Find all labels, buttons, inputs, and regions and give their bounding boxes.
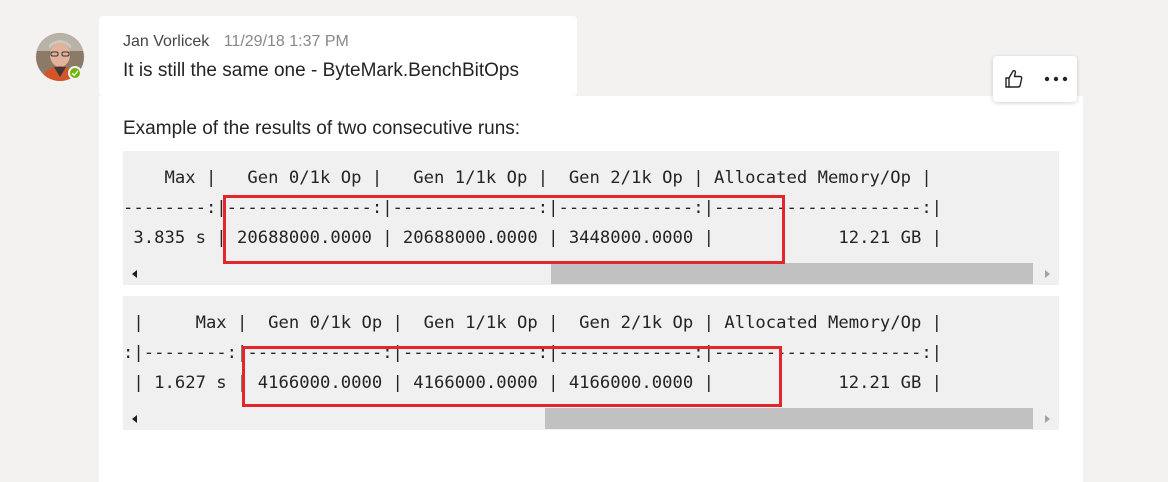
scroll-left-button[interactable] <box>127 408 143 429</box>
scroll-right-button[interactable] <box>1039 408 1055 429</box>
message-header: Jan Vorlicek 11/29/18 1:37 PM <box>123 33 349 51</box>
caret-right-icon <box>1045 269 1050 278</box>
message-bubble-header <box>99 16 577 96</box>
scroll-left-button[interactable] <box>127 263 143 284</box>
highlight-box <box>242 346 782 407</box>
thumbs-up-icon <box>1005 69 1023 88</box>
message-timestamp: 11/29/18 1:37 PM <box>223 33 349 50</box>
scroll-right-button[interactable] <box>1039 263 1055 284</box>
code-table-header: | Max | Gen 0/1k Op | Gen 1/1k Op | Gen … <box>123 313 943 333</box>
code-table-header: Max | Gen 0/1k Op | Gen 1/1k Op | Gen 2/… <box>123 168 932 188</box>
more-options-icon <box>1044 76 1068 82</box>
horizontal-scrollbar[interactable] <box>123 408 1059 429</box>
more-options-button[interactable] <box>1040 63 1072 95</box>
caret-right-icon <box>1045 414 1050 423</box>
caret-left-icon <box>132 414 137 423</box>
message-text-line: It is still the same one - ByteMark.Benc… <box>123 60 519 81</box>
scrollbar-thumb[interactable] <box>545 408 1033 429</box>
message-text-line: Example of the results of two consecutiv… <box>123 118 521 139</box>
like-button[interactable] <box>998 63 1030 95</box>
scrollbar-thumb[interactable] <box>551 263 1033 284</box>
caret-left-icon <box>132 269 137 278</box>
highlight-box <box>223 195 785 264</box>
sender-name[interactable]: Jan Vorlicek <box>123 33 209 50</box>
message-actions-toolbar <box>993 56 1077 102</box>
horizontal-scrollbar[interactable] <box>123 263 1059 284</box>
presence-available-icon <box>68 66 82 80</box>
